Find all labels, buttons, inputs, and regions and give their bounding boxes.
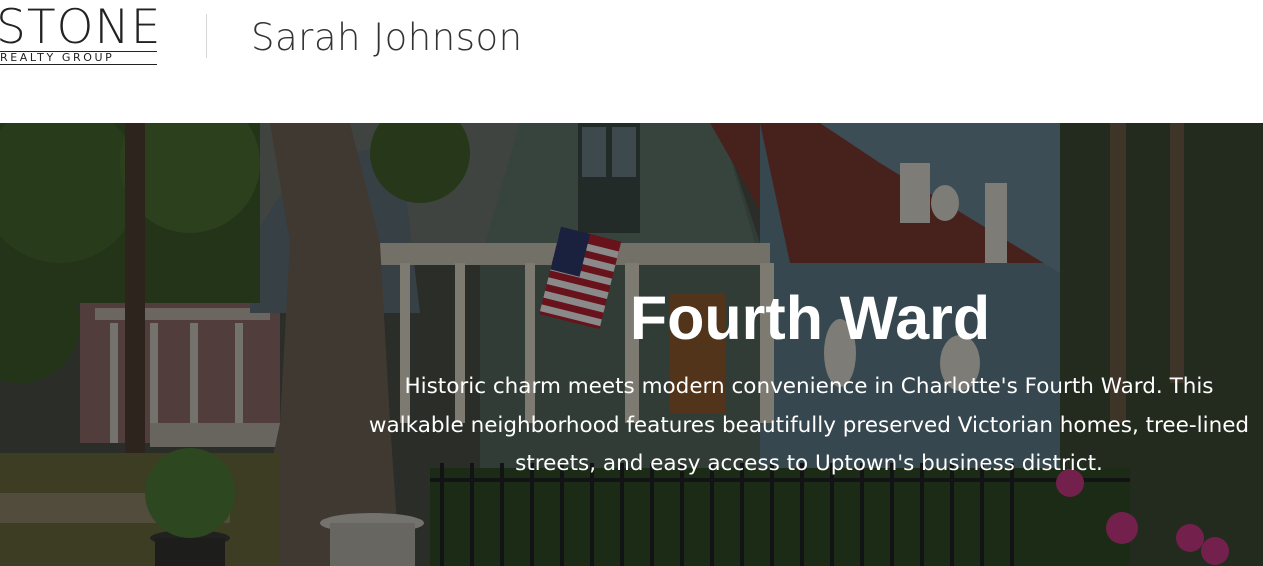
hero-description: Historic charm meets modern convenience … [368,374,1250,476]
hero-title: Fourth Ward [629,284,991,352]
site-header: STONE REALTY GROUP Sarah Johnson [0,0,1263,123]
header-divider [206,14,207,58]
hero-banner: Fourth Ward Historic charm meets modern … [0,123,1263,566]
logo-rule [0,64,157,65]
stone-realty-group-logo[interactable]: STONE REALTY GROUP [0,0,162,66]
agent-name: Sarah Johnson [251,16,523,59]
logo-wordmark: STONE [0,0,162,55]
logo-tagline: REALTY GROUP [0,51,115,64]
